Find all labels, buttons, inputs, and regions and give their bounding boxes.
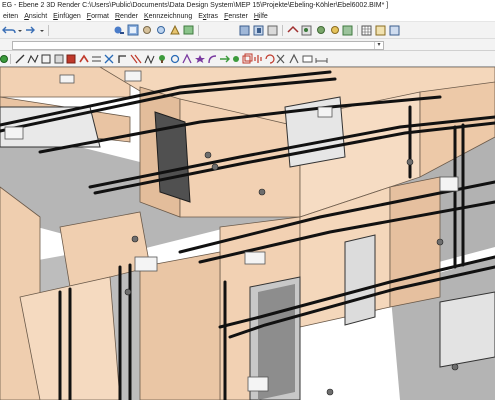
duct-icon[interactable] bbox=[79, 54, 89, 63]
pan-view-icon[interactable] bbox=[183, 25, 194, 35]
view-front-icon[interactable] bbox=[239, 25, 250, 36]
toolbar-mep bbox=[0, 51, 495, 67]
table-icon[interactable] bbox=[375, 25, 386, 36]
undo-dropdown-icon[interactable] bbox=[18, 30, 22, 32]
cut-icon[interactable] bbox=[276, 54, 285, 64]
orbit-icon[interactable] bbox=[267, 25, 278, 36]
arrow-icon[interactable] bbox=[220, 55, 230, 63]
toolbar-mep-icons bbox=[0, 53, 328, 65]
view-side-icon[interactable] bbox=[253, 25, 264, 36]
window bbox=[439, 291, 495, 368]
radiator-icon[interactable] bbox=[144, 54, 155, 65]
text-icon[interactable] bbox=[317, 26, 325, 34]
pipe-icon[interactable] bbox=[92, 56, 101, 62]
grid-icon[interactable] bbox=[361, 25, 372, 36]
pump-icon[interactable] bbox=[170, 54, 180, 64]
menu-bearbeiten[interactable]: eiten bbox=[0, 11, 21, 22]
building-3d-render bbox=[0, 67, 495, 400]
wall bbox=[139, 251, 221, 400]
layer-copy-icon[interactable] bbox=[301, 25, 312, 36]
menu-extras[interactable]: Extras bbox=[195, 11, 221, 22]
valve-icon[interactable] bbox=[104, 54, 114, 64]
fan-icon[interactable] bbox=[233, 56, 239, 62]
rectangle-icon[interactable] bbox=[41, 54, 51, 64]
window-icon[interactable] bbox=[389, 25, 400, 36]
undo-icon[interactable] bbox=[2, 26, 16, 34]
layer-icon[interactable] bbox=[287, 25, 299, 33]
menu-hilfe[interactable]: Hilfe bbox=[251, 11, 271, 22]
meter-icon[interactable] bbox=[182, 53, 192, 64]
measure-icon[interactable] bbox=[342, 25, 353, 36]
fill-icon[interactable] bbox=[66, 54, 76, 64]
mirror-icon[interactable] bbox=[254, 55, 262, 63]
hatch-icon[interactable] bbox=[331, 26, 339, 34]
copy-icon[interactable] bbox=[242, 53, 253, 64]
3d-render-viewport[interactable] bbox=[0, 67, 495, 400]
circle-icon[interactable] bbox=[54, 54, 64, 64]
line-icon[interactable] bbox=[15, 54, 25, 64]
menu-einfuegen[interactable]: Einfügen bbox=[50, 11, 84, 22]
menu-ansicht[interactable]: Ansicht bbox=[21, 11, 50, 22]
toolbar-standard-icons bbox=[2, 24, 400, 36]
toolbar-standard bbox=[0, 22, 495, 39]
menu-format[interactable]: Format bbox=[84, 11, 112, 22]
star-icon[interactable] bbox=[195, 55, 205, 63]
menu-bar: eiten Ansicht Einfügen Format Render Ken… bbox=[0, 11, 495, 22]
menu-render[interactable]: Render bbox=[112, 11, 141, 22]
zoom-out-icon[interactable] bbox=[157, 26, 165, 34]
bend-icon[interactable] bbox=[208, 55, 217, 64]
window-title: EG - Ebene 2 3D Render C:\Users\Public\D… bbox=[0, 0, 495, 11]
rotate-icon[interactable] bbox=[265, 54, 275, 64]
menu-fenster[interactable]: Fenster bbox=[221, 11, 251, 22]
zoom-window-icon[interactable] bbox=[114, 26, 125, 35]
view-dropdown[interactable]: ▾ bbox=[12, 41, 384, 50]
polyline-icon[interactable] bbox=[27, 54, 39, 64]
label-icon[interactable] bbox=[302, 55, 313, 63]
cable-icon[interactable] bbox=[130, 54, 142, 64]
tree-icon[interactable] bbox=[159, 55, 165, 63]
fitting-icon[interactable] bbox=[118, 55, 126, 63]
menu-kennzeichnung[interactable]: Kennzeichnung bbox=[141, 11, 195, 22]
redo-dropdown-icon[interactable] bbox=[40, 30, 44, 32]
zoom-in-icon[interactable] bbox=[143, 26, 151, 34]
redo-icon[interactable] bbox=[26, 26, 35, 34]
nav-icon[interactable] bbox=[289, 53, 299, 64]
zoom-extents-icon[interactable] bbox=[127, 24, 139, 36]
chevron-down-icon[interactable]: ▾ bbox=[374, 42, 383, 49]
pan-icon[interactable] bbox=[170, 24, 180, 35]
snap-icon[interactable] bbox=[0, 55, 8, 63]
window bbox=[344, 234, 376, 326]
dimension-icon[interactable] bbox=[315, 58, 328, 63]
